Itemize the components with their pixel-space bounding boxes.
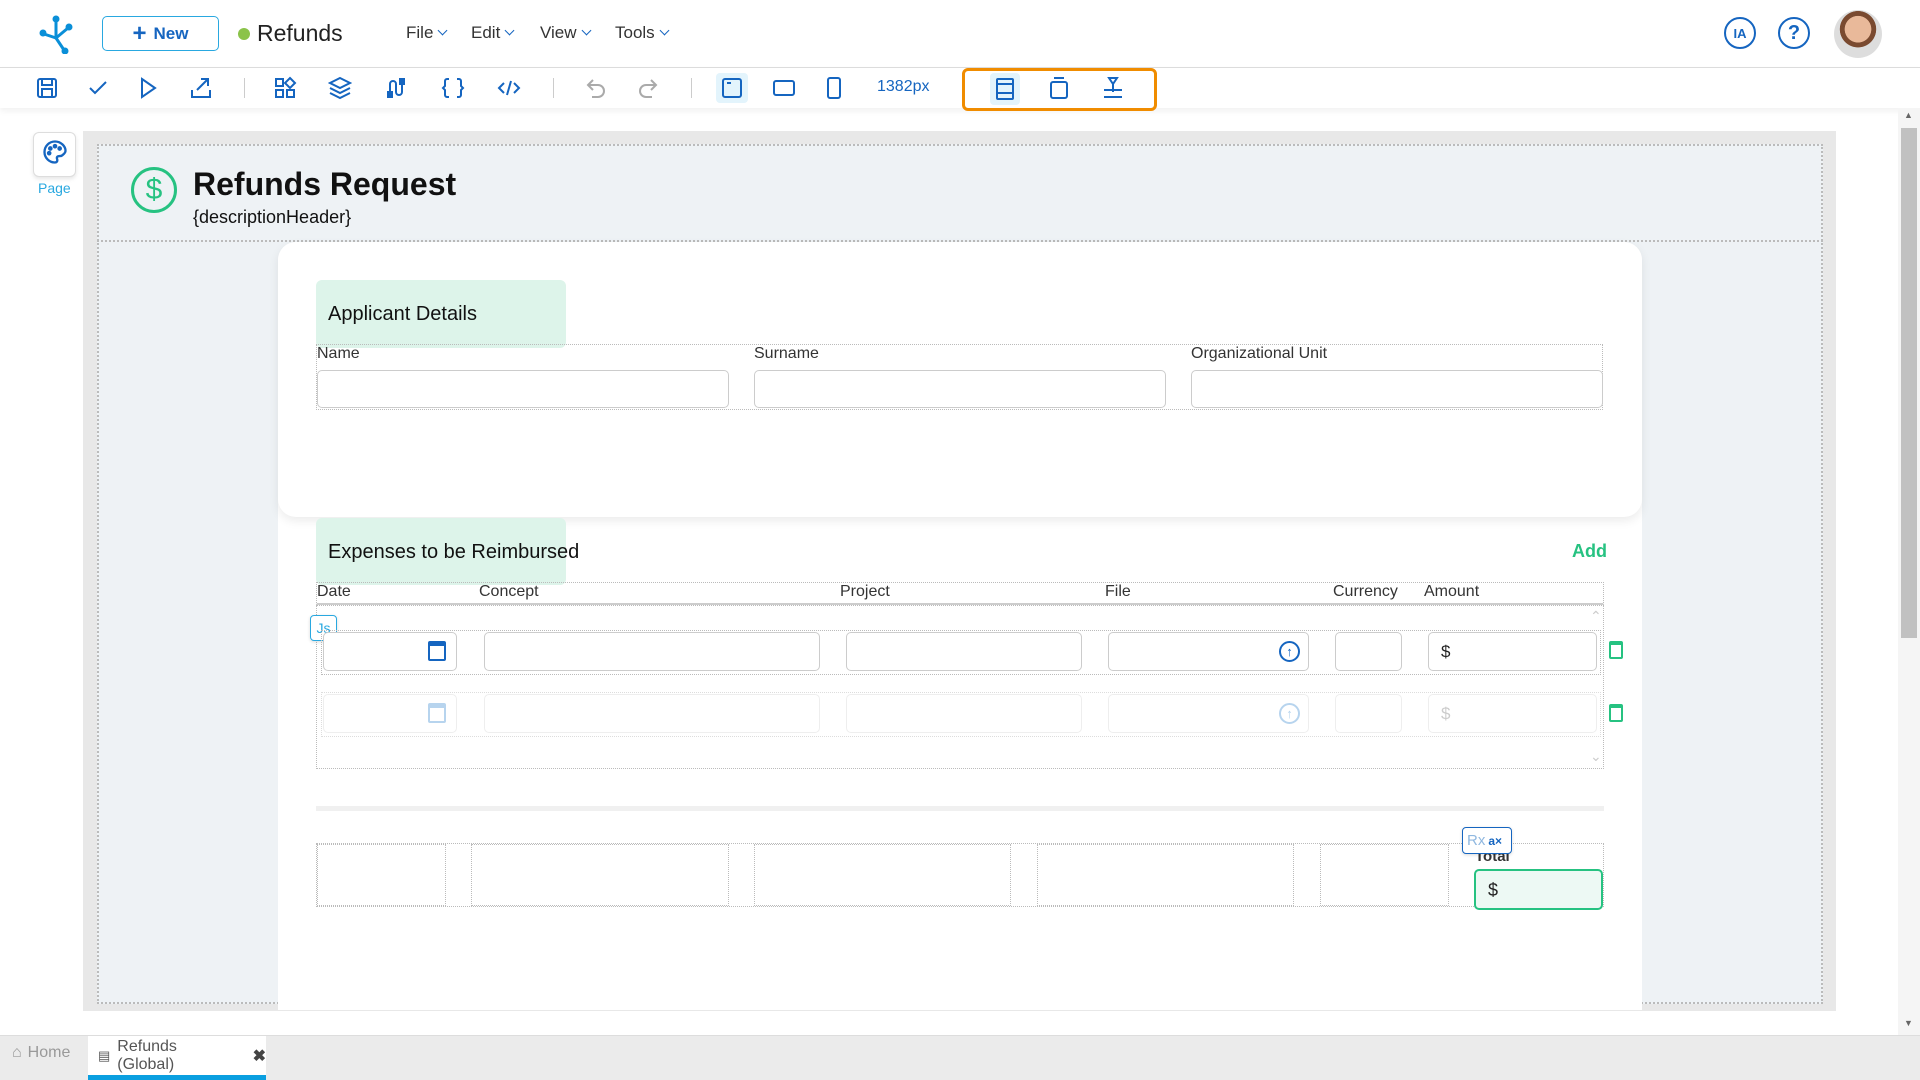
redo-icon[interactable] <box>636 76 660 100</box>
col-amount: Amount <box>1424 583 1480 600</box>
align-filter-icon[interactable] <box>1101 76 1125 100</box>
tablet-view-icon[interactable] <box>772 76 796 100</box>
layers-icon[interactable] <box>327 76 353 100</box>
toolbar-divider <box>553 78 554 98</box>
page-properties-button[interactable] <box>33 132 76 177</box>
mobile-view-icon[interactable] <box>822 76 846 100</box>
concept-input[interactable] <box>484 632 820 671</box>
undo-icon[interactable] <box>584 76 608 100</box>
components-icon[interactable] <box>273 76 297 100</box>
empty-cell <box>317 844 446 906</box>
menu-tools[interactable]: Tools <box>615 23 668 43</box>
status-dot <box>238 28 250 40</box>
surname-input[interactable] <box>754 370 1166 408</box>
concept-input[interactable] <box>484 694 820 733</box>
date-input[interactable] <box>323 694 457 733</box>
validate-check-icon[interactable] <box>86 76 110 100</box>
col-project: Project <box>840 583 890 600</box>
amount-input[interactable]: $ <box>1428 694 1597 733</box>
document-title: Refunds <box>257 20 343 46</box>
calendar-icon[interactable] <box>428 703 446 723</box>
tab-home[interactable]: ⌂ Home <box>12 1044 70 1062</box>
header-footer-layout-icon[interactable] <box>990 73 1020 105</box>
integration-icon[interactable] <box>384 76 408 100</box>
braces-icon[interactable] <box>441 76 465 100</box>
empty-cell <box>1320 844 1449 906</box>
dollar-icon: $ <box>131 167 177 213</box>
amount-input[interactable]: $ <box>1428 632 1597 671</box>
upload-icon[interactable]: ↑ <box>1279 703 1300 724</box>
col-concept: Concept <box>479 583 539 600</box>
file-input[interactable]: ↑ <box>1108 632 1309 671</box>
code-icon[interactable] <box>497 76 521 100</box>
palette-icon <box>41 138 69 171</box>
applicant-heading: Applicant Details <box>328 303 477 325</box>
menu-view[interactable]: View <box>540 23 590 43</box>
app-logo-icon[interactable] <box>38 14 74 55</box>
run-play-icon[interactable] <box>136 76 160 100</box>
user-avatar[interactable] <box>1834 10 1882 58</box>
formula-icon: a× <box>1488 833 1503 848</box>
total-input[interactable]: $ <box>1474 869 1603 910</box>
scrollbar-thumb[interactable] <box>1901 128 1917 638</box>
help-icon[interactable]: ? <box>1778 17 1810 49</box>
bottom-tab-bar <box>0 1035 1920 1080</box>
ia-assistant-button[interactable]: IA <box>1724 17 1756 49</box>
surname-label: Surname <box>754 345 819 362</box>
container-icon[interactable] <box>1047 76 1071 100</box>
new-button[interactable]: + New <box>102 16 219 51</box>
save-icon[interactable] <box>35 76 59 100</box>
name-label: Name <box>317 345 360 362</box>
home-icon: ⌂ <box>12 1044 22 1061</box>
form-icon: ▤ <box>98 1047 111 1063</box>
close-tab-icon[interactable]: ✖ <box>253 1046 266 1066</box>
form-description: {descriptionHeader} <box>193 207 352 227</box>
toolbar-divider <box>691 78 692 98</box>
empty-cell <box>1037 844 1294 906</box>
toolbar-divider <box>244 78 245 98</box>
col-date: Date <box>317 583 351 600</box>
org-unit-label: Organizational Unit <box>1191 345 1328 362</box>
calendar-icon[interactable] <box>428 641 446 661</box>
trash-icon[interactable] <box>1609 641 1623 659</box>
scroll-up-arrow-icon[interactable]: ▲ <box>1904 110 1913 120</box>
desktop-view-icon[interactable] <box>716 73 748 103</box>
upload-icon[interactable]: ↑ <box>1279 641 1300 662</box>
add-row-button[interactable]: Add <box>1572 541 1607 562</box>
scroll-up-icon[interactable]: ⌃ <box>1590 608 1602 625</box>
rx-formula-badge[interactable]: Rx a× <box>1462 827 1512 854</box>
currency-input[interactable] <box>1335 632 1402 671</box>
empty-cell <box>471 844 729 906</box>
project-input[interactable] <box>846 694 1082 733</box>
page-label: Page <box>38 180 71 196</box>
tab-refunds-global[interactable]: ▤ Refunds (Global) ✖ <box>88 1036 266 1080</box>
form-title: Refunds Request <box>193 166 457 202</box>
date-input[interactable] <box>323 632 457 671</box>
file-input[interactable]: ↑ <box>1108 694 1309 733</box>
project-input[interactable] <box>846 632 1082 671</box>
canvas-width-value: 1382px <box>877 78 930 95</box>
scroll-down-icon[interactable]: ⌄ <box>1590 748 1602 765</box>
plus-icon: + <box>132 19 147 47</box>
scroll-down-arrow-icon[interactable]: ▼ <box>1904 1018 1913 1028</box>
col-file: File <box>1105 583 1131 600</box>
publish-icon[interactable] <box>189 76 213 100</box>
trash-icon[interactable] <box>1609 704 1623 722</box>
divider <box>316 806 1604 811</box>
menu-edit[interactable]: Edit <box>471 23 513 43</box>
menu-file[interactable]: File <box>406 23 446 43</box>
col-currency: Currency <box>1333 583 1398 600</box>
empty-cell <box>754 844 1011 906</box>
org-unit-input[interactable] <box>1191 370 1603 408</box>
name-input[interactable] <box>317 370 729 408</box>
expenses-heading: Expenses to be Reimbursed <box>328 541 580 563</box>
currency-input[interactable] <box>1335 694 1402 733</box>
